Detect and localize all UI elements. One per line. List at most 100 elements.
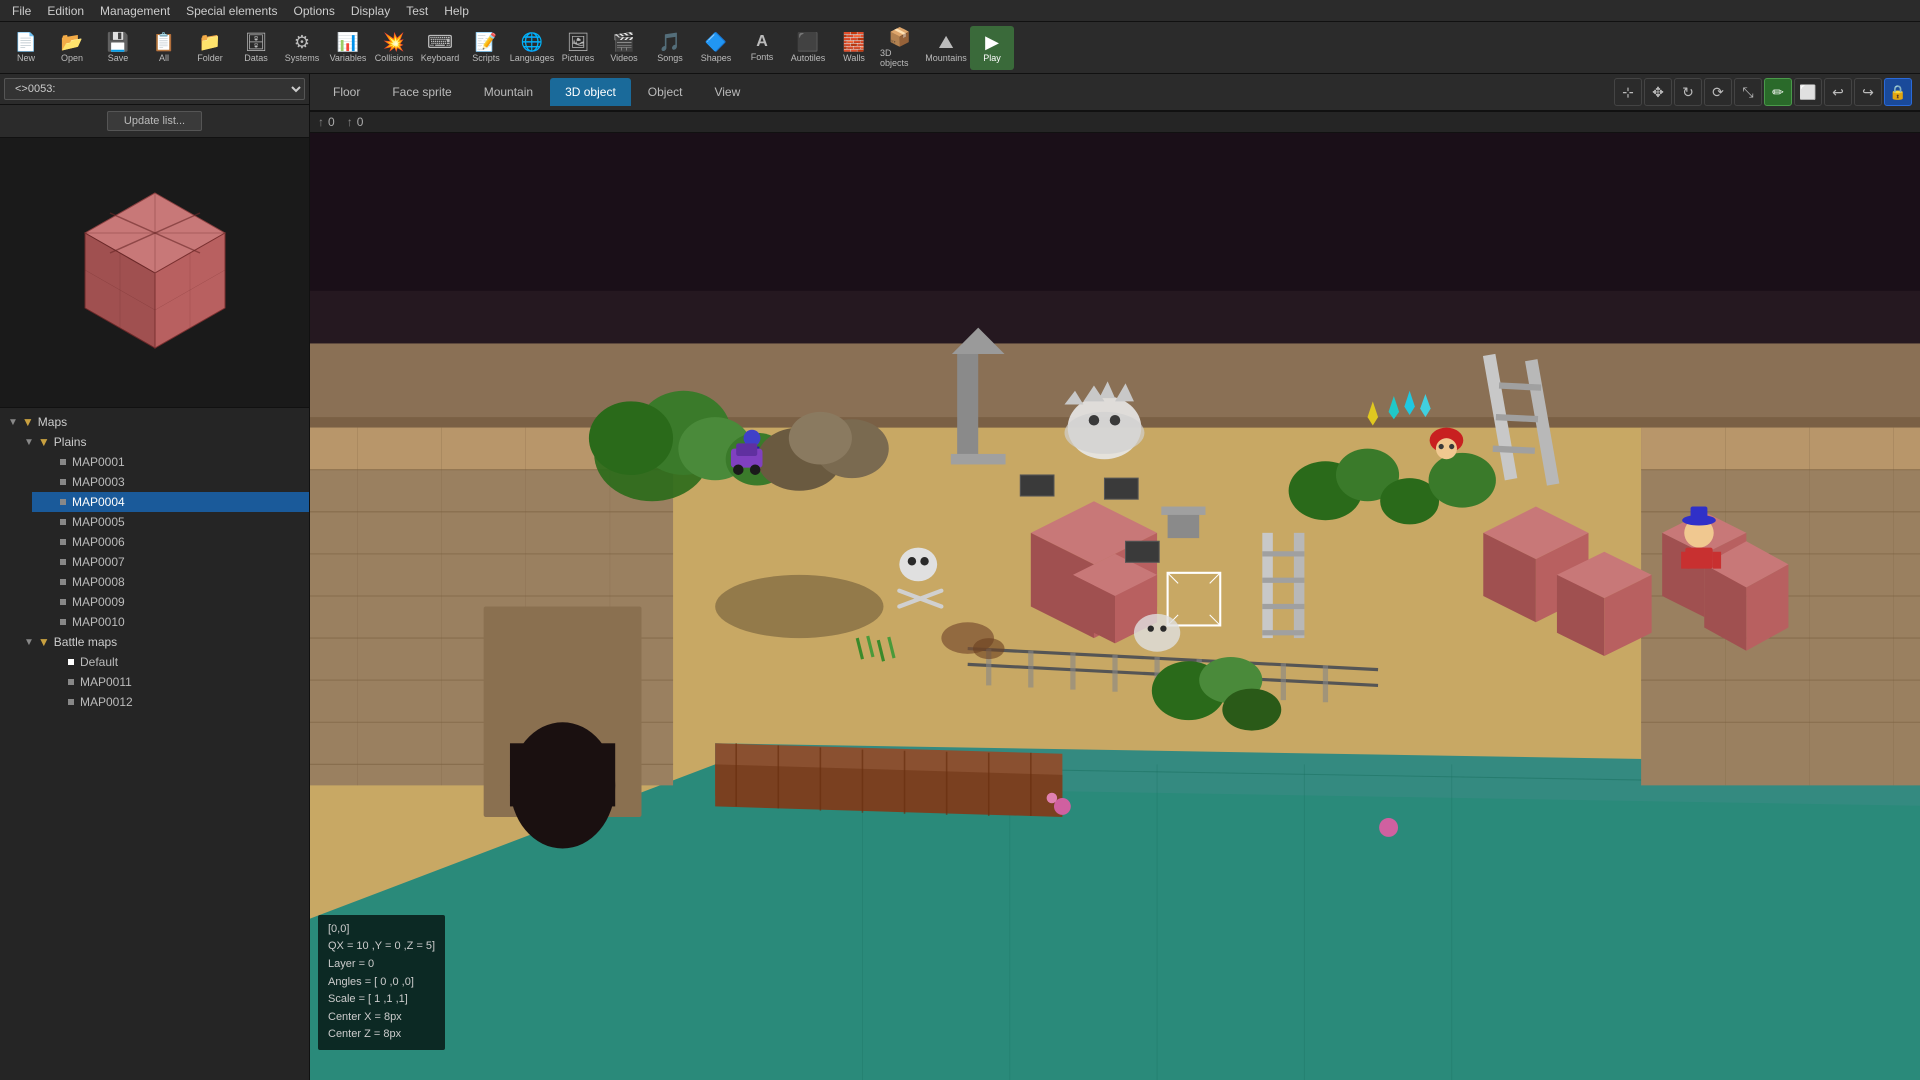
toolbar-mountains[interactable]: ⛰ Mountains bbox=[924, 26, 968, 70]
toolbar-walls[interactable]: 🧱 Walls bbox=[832, 26, 876, 70]
map-dot-icon bbox=[60, 539, 66, 545]
undo-button[interactable]: ↩ bbox=[1824, 78, 1852, 106]
map-selector-row: <>0053: bbox=[0, 74, 309, 105]
list-item[interactable]: MAP0006 bbox=[32, 532, 309, 552]
tab-floor[interactable]: Floor bbox=[318, 78, 375, 106]
select-tool-button[interactable]: ⊹ bbox=[1614, 78, 1642, 106]
menu-test[interactable]: Test bbox=[398, 2, 436, 20]
info-line5: Scale = [ 1 ,1 ,1] bbox=[328, 991, 435, 1009]
play-icon: ▶ bbox=[985, 33, 999, 51]
tree-plains-header[interactable]: ▼ ▼ Plains bbox=[16, 432, 309, 452]
list-item[interactable]: MAP0011 bbox=[32, 672, 309, 692]
redo-button[interactable]: ↪ bbox=[1854, 78, 1882, 106]
toolbar-fonts[interactable]: A Fonts bbox=[740, 26, 784, 70]
map-item-label: MAP0012 bbox=[80, 695, 133, 709]
toolbar-autotiles-label: Autotiles bbox=[791, 53, 826, 63]
toolbar-3dobjects-label: 3D objects bbox=[880, 48, 920, 68]
map-dot-icon bbox=[60, 499, 66, 505]
map-view[interactable]: [0,0] QX = 10 ,Y = 0 ,Z = 5] Layer = 0 A… bbox=[310, 133, 1920, 1080]
update-list-button[interactable]: Update list... bbox=[107, 111, 202, 131]
list-item[interactable]: MAP0012 bbox=[32, 692, 309, 712]
toolbar-save-label: Save bbox=[108, 53, 129, 63]
toolbar-shapes[interactable]: 🔷 Shapes bbox=[694, 26, 738, 70]
toolbar-play[interactable]: ▶ Play bbox=[970, 26, 1014, 70]
list-item[interactable]: MAP0008 bbox=[32, 572, 309, 592]
coord-x-arrow-icon: ↑ bbox=[318, 115, 324, 129]
redo-icon: ↪ bbox=[1862, 84, 1874, 101]
list-item[interactable]: MAP0007 bbox=[32, 552, 309, 572]
tab-view[interactable]: View bbox=[699, 78, 755, 106]
fonts-icon: A bbox=[756, 34, 768, 50]
list-item[interactable]: MAP0009 bbox=[32, 592, 309, 612]
toolbar-scripts[interactable]: 📝 Scripts bbox=[464, 26, 508, 70]
toolbar-datas[interactable]: 🗄 Datas bbox=[234, 26, 278, 70]
toolbar-languages[interactable]: 🌐 Languages bbox=[510, 26, 554, 70]
toolbar-videos-label: Videos bbox=[610, 53, 637, 63]
menu-options[interactable]: Options bbox=[285, 2, 342, 20]
toolbar-songs-label: Songs bbox=[657, 53, 683, 63]
right-toolbar: ⊹ ✥ ↻ ⟳ ⤡ ✏ ⬜ bbox=[1606, 74, 1920, 110]
toolbar-open[interactable]: 📂 Open bbox=[50, 26, 94, 70]
lock-button[interactable]: 🔒 bbox=[1884, 78, 1912, 106]
map-dot-icon bbox=[68, 659, 74, 665]
scale-button[interactable]: ⤡ bbox=[1734, 78, 1762, 106]
menu-file[interactable]: File bbox=[4, 2, 39, 20]
toolbar-keyboard[interactable]: ⌨ Keyboard bbox=[418, 26, 462, 70]
folder-icon: 📁 bbox=[199, 33, 221, 51]
toolbar-all[interactable]: 📋 All bbox=[142, 26, 186, 70]
toolbar-collisions-label: Collisions bbox=[375, 53, 414, 63]
move-tool-button[interactable]: ✥ bbox=[1644, 78, 1672, 106]
toolbar-folder[interactable]: 📁 Folder bbox=[188, 26, 232, 70]
mountains-icon: ⛰ bbox=[938, 33, 953, 51]
menu-management[interactable]: Management bbox=[92, 2, 178, 20]
tree-maps-header[interactable]: ▼ ▼ Maps bbox=[0, 412, 309, 432]
tab-face-sprite[interactable]: Face sprite bbox=[377, 78, 466, 106]
toolbar-autotiles[interactable]: ⬛ Autotiles bbox=[786, 26, 830, 70]
datas-icon: 🗄 bbox=[245, 33, 268, 51]
toolbar-pictures[interactable]: 🖼 Pictures bbox=[556, 26, 600, 70]
toolbar-play-label: Play bbox=[983, 53, 1001, 63]
toolbar-open-label: Open bbox=[61, 53, 83, 63]
list-item[interactable]: Default bbox=[32, 652, 309, 672]
map-item-label: MAP0010 bbox=[72, 615, 125, 629]
tab-object[interactable]: Object bbox=[633, 78, 698, 106]
map-item-label: MAP0004 bbox=[72, 495, 125, 509]
list-item[interactable]: MAP0005 bbox=[32, 512, 309, 532]
menu-edition[interactable]: Edition bbox=[39, 2, 92, 20]
toolbar-videos[interactable]: 🎬 Videos bbox=[602, 26, 646, 70]
toolbar-folder-label: Folder bbox=[197, 53, 223, 63]
shapes-icon: 🔷 bbox=[705, 33, 727, 51]
menu-help[interactable]: Help bbox=[436, 2, 477, 20]
autotiles-icon: ⬛ bbox=[797, 33, 819, 51]
rotate-z-button[interactable]: ⟳ bbox=[1704, 78, 1732, 106]
list-item[interactable]: MAP0001 bbox=[32, 452, 309, 472]
erase-button[interactable]: ⬜ bbox=[1794, 78, 1822, 106]
toolbar-systems[interactable]: ⚙ Systems bbox=[280, 26, 324, 70]
list-item[interactable]: MAP0003 bbox=[32, 472, 309, 492]
list-item[interactable]: MAP0004 bbox=[32, 492, 309, 512]
toolbar-systems-label: Systems bbox=[285, 53, 320, 63]
tree-battle-maps-header[interactable]: ▼ ▼ Battle maps bbox=[16, 632, 309, 652]
toolbar-3dobjects[interactable]: 📦 3D objects bbox=[878, 26, 922, 70]
battle-maps-list: Default MAP0011 MAP0012 bbox=[16, 652, 309, 712]
menu-display[interactable]: Display bbox=[343, 2, 398, 20]
toolbar-variables[interactable]: 📊 Variables bbox=[326, 26, 370, 70]
map-selector-dropdown[interactable]: <>0053: bbox=[4, 78, 305, 100]
map-dot-icon bbox=[60, 559, 66, 565]
toolbar-save[interactable]: 💾 Save bbox=[96, 26, 140, 70]
update-list-row: Update list... bbox=[0, 105, 309, 138]
plains-folder-icon: ▼ bbox=[38, 435, 50, 449]
draw-icon: ✏ bbox=[1772, 84, 1784, 101]
draw-button[interactable]: ✏ bbox=[1764, 78, 1792, 106]
rotate-xy-button[interactable]: ↻ bbox=[1674, 78, 1702, 106]
map-item-label: MAP0007 bbox=[72, 555, 125, 569]
tab-3d-object[interactable]: 3D object bbox=[550, 78, 631, 106]
variables-icon: 📊 bbox=[337, 33, 359, 51]
toolbar-new[interactable]: 📄 New bbox=[4, 26, 48, 70]
menu-special-elements[interactable]: Special elements bbox=[178, 2, 285, 20]
pictures-icon: 🖼 bbox=[567, 33, 590, 51]
toolbar-songs[interactable]: 🎵 Songs bbox=[648, 26, 692, 70]
list-item[interactable]: MAP0010 bbox=[32, 612, 309, 632]
toolbar-collisions[interactable]: 💥 Collisions bbox=[372, 26, 416, 70]
tab-mountain[interactable]: Mountain bbox=[469, 78, 548, 106]
